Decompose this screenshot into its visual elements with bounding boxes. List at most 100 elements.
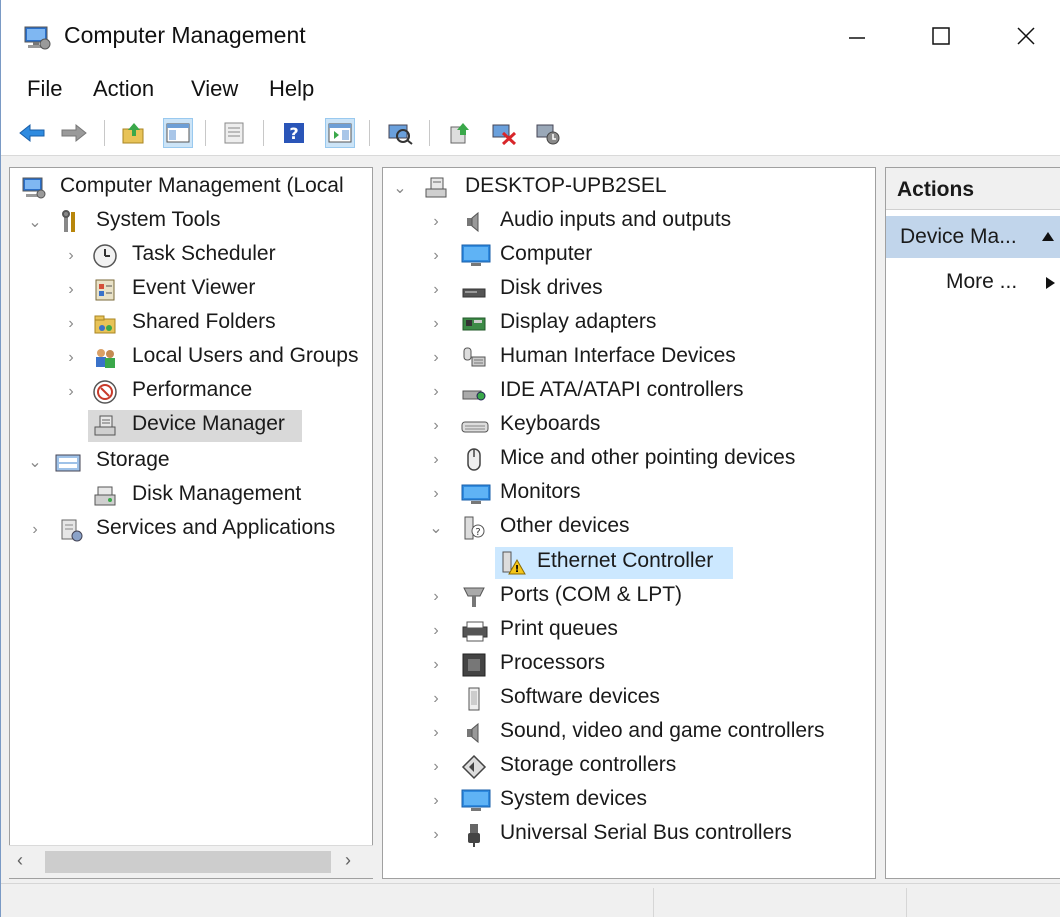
menu-view[interactable]: View — [191, 76, 238, 102]
clock-icon — [92, 243, 118, 269]
tree-item-event-viewer[interactable]: › Event Viewer — [10, 274, 372, 306]
minimize-button[interactable] — [827, 14, 887, 58]
tree-item-disk-management[interactable]: Disk Management — [10, 480, 372, 512]
device-category-software-devices[interactable]: › Software devices — [383, 683, 875, 715]
menu-help[interactable]: Help — [269, 76, 314, 102]
chevron-right-icon[interactable]: › — [427, 724, 445, 742]
chevron-right-icon[interactable]: › — [62, 281, 80, 299]
speaker-icon — [461, 209, 487, 235]
device-category-audio[interactable]: › Audio inputs and outputs — [383, 206, 875, 238]
chevron-right-icon[interactable]: › — [427, 656, 445, 674]
collapse-up-icon[interactable] — [1041, 230, 1055, 242]
chevron-right-icon[interactable]: › — [427, 349, 445, 367]
chevron-down-icon[interactable]: ⌄ — [26, 453, 44, 471]
scrollbar-thumb[interactable] — [45, 851, 331, 873]
chevron-right-icon[interactable]: › — [427, 451, 445, 469]
tree-item-device-manager[interactable]: Device Manager — [88, 410, 302, 442]
computer-management-icon — [23, 24, 53, 58]
device-tree-root[interactable]: ⌄ DESKTOP-UPB2SEL — [383, 172, 875, 204]
chevron-right-icon[interactable]: › — [62, 247, 80, 265]
actions-section-device-manager[interactable]: Device Ma... — [886, 216, 1060, 258]
device-category-mice[interactable]: › Mice and other pointing devices — [383, 444, 875, 476]
chevron-right-icon[interactable]: › — [427, 588, 445, 606]
monitor-icon — [461, 481, 491, 507]
device-category-keyboards[interactable]: › Keyboards — [383, 410, 875, 442]
console-tree-horizontal-scrollbar[interactable]: ‹ › — [9, 845, 373, 878]
device-category-display-adapters[interactable]: › Display adapters — [383, 308, 875, 340]
tree-item-performance[interactable]: › Performance — [10, 376, 372, 408]
scroll-left-arrow-icon[interactable]: ‹ — [17, 850, 23, 871]
scan-hardware-button[interactable] — [385, 118, 415, 148]
help-button[interactable]: ? — [279, 118, 309, 148]
device-category-label: Universal Serial Bus controllers — [500, 821, 792, 844]
tree-item-system-tools[interactable]: ⌄ System Tools — [10, 206, 372, 238]
submenu-arrow-icon[interactable] — [1044, 276, 1056, 290]
chevron-right-icon[interactable]: › — [427, 281, 445, 299]
display-adapter-icon — [461, 311, 487, 337]
chevron-down-icon[interactable]: ⌄ — [427, 519, 445, 537]
processor-icon — [461, 652, 487, 678]
properties-button[interactable] — [219, 118, 249, 148]
chevron-right-icon[interactable]: › — [427, 315, 445, 333]
device-category-ports[interactable]: › Ports (COM & LPT) — [383, 581, 875, 613]
device-category-label: Storage controllers — [500, 753, 677, 776]
device-category-ide-ata-atapi-controllers[interactable]: › IDE ATA/ATAPI controllers — [383, 376, 875, 408]
chevron-right-icon[interactable]: › — [427, 622, 445, 640]
scroll-right-arrow-icon[interactable]: › — [345, 850, 351, 871]
device-category-label: Display adapters — [500, 310, 657, 333]
device-category-computer[interactable]: › Computer — [383, 240, 875, 272]
chevron-right-icon[interactable]: › — [26, 521, 44, 539]
tree-item-shared-folders[interactable]: › Shared Folders — [10, 308, 372, 340]
maximize-button[interactable] — [911, 14, 971, 58]
up-folder-button[interactable] — [119, 118, 149, 148]
printer-icon — [461, 618, 488, 644]
forward-button[interactable] — [59, 118, 89, 148]
properties-icon — [224, 122, 244, 144]
monitor-icon — [461, 243, 491, 269]
close-button[interactable] — [996, 14, 1056, 58]
device-category-disk-drives[interactable]: › Disk drives — [383, 274, 875, 306]
device-category-processors[interactable]: › Processors — [383, 649, 875, 681]
chevron-right-icon[interactable]: › — [427, 247, 445, 265]
device-category-storage-controllers[interactable]: › Storage controllers — [383, 751, 875, 783]
device-category-label: Monitors — [500, 480, 581, 503]
device-item-ethernet-controller[interactable]: ! Ethernet Controller — [495, 547, 733, 579]
show-hide-action-pane-button[interactable] — [325, 118, 355, 148]
device-category-system-devices[interactable]: › System devices — [383, 785, 875, 817]
back-button[interactable] — [17, 118, 47, 148]
update-driver-button[interactable] — [445, 118, 475, 148]
chevron-down-icon[interactable]: ⌄ — [391, 179, 409, 197]
tree-item-storage[interactable]: ⌄ Storage — [10, 446, 372, 478]
menu-action[interactable]: Action — [93, 76, 154, 102]
chevron-right-icon[interactable]: › — [427, 485, 445, 503]
chevron-down-icon[interactable]: ⌄ — [26, 213, 44, 231]
device-category-sound-video-game-controllers[interactable]: › Sound, video and game controllers — [383, 717, 875, 749]
chevron-right-icon[interactable]: › — [427, 383, 445, 401]
chevron-right-icon[interactable]: › — [62, 349, 80, 367]
chevron-right-icon[interactable]: › — [427, 213, 445, 231]
device-category-monitors[interactable]: › Monitors — [383, 478, 875, 510]
tree-item-services-and-applications[interactable]: › Services and Applications — [10, 514, 372, 546]
disable-device-button[interactable] — [489, 118, 519, 148]
tree-root-computer-management[interactable]: Computer Management (Local — [10, 172, 372, 204]
device-category-other-devices[interactable]: ⌄ ? Other devices — [383, 512, 875, 544]
show-hide-console-tree-button[interactable] — [163, 118, 193, 148]
enable-device-button[interactable] — [533, 118, 563, 148]
chevron-right-icon[interactable]: › — [427, 690, 445, 708]
device-category-print-queues[interactable]: › Print queues — [383, 615, 875, 647]
device-category-human-interface-devices[interactable]: › Human Interface Devices — [383, 342, 875, 374]
tree-item-task-scheduler[interactable]: › Task Scheduler — [10, 240, 372, 272]
tree-root-label: Computer Management (Local — [60, 174, 344, 197]
chevron-right-icon[interactable]: › — [427, 792, 445, 810]
show-hide-console-tree-icon — [166, 123, 190, 143]
chevron-right-icon[interactable]: › — [427, 826, 445, 844]
chevron-right-icon[interactable]: › — [62, 315, 80, 333]
menu-file[interactable]: File — [27, 76, 62, 102]
tree-item-local-users-and-groups[interactable]: › Local Users and Groups — [10, 342, 372, 374]
keyboard-icon — [461, 413, 489, 439]
chevron-right-icon[interactable]: › — [427, 417, 445, 435]
chevron-right-icon[interactable]: › — [427, 758, 445, 776]
more-actions-link[interactable]: More ... — [946, 270, 1017, 294]
device-category-usb-controllers[interactable]: › Universal Serial Bus controllers — [383, 819, 875, 851]
chevron-right-icon[interactable]: › — [62, 383, 80, 401]
